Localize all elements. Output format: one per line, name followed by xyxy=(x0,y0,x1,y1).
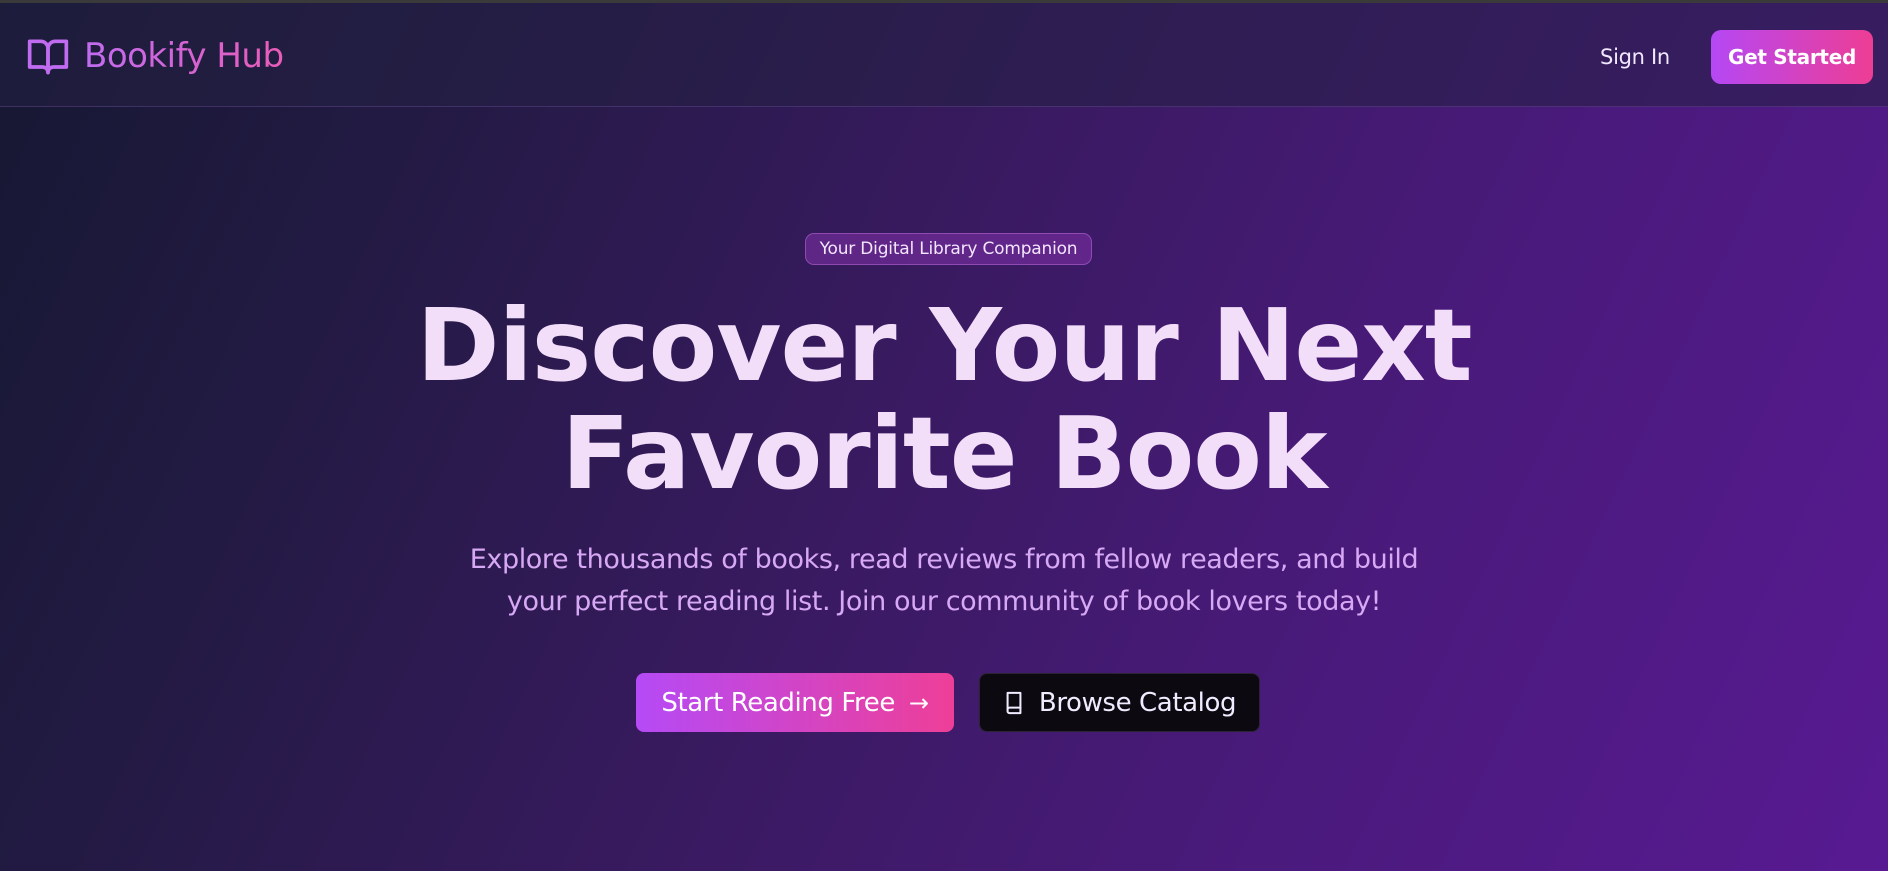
hero-subtitle: Explore thousands of books, read reviews… xyxy=(444,539,1444,623)
landing-page: Bookify Hub Sign In Get Started Your Dig… xyxy=(0,0,1888,871)
hero-badge: Your Digital Library Companion xyxy=(805,233,1092,265)
brand-name: Bookify Hub xyxy=(84,36,284,76)
browse-catalog-label: Browse Catalog xyxy=(1038,687,1237,718)
start-reading-label: Start Reading Free xyxy=(661,687,895,718)
get-started-button[interactable]: Get Started xyxy=(1711,30,1873,84)
book-icon xyxy=(1006,691,1022,714)
site-header: Bookify Hub Sign In Get Started xyxy=(0,3,1888,107)
headline-line-1: Discover Your Next xyxy=(416,287,1473,404)
open-book-icon xyxy=(27,39,69,75)
sign-in-button[interactable]: Sign In xyxy=(1590,37,1680,77)
subtitle-line-2: your perfect reading list. Join our comm… xyxy=(506,586,1382,617)
headline-line-2: Favorite Book xyxy=(561,395,1328,512)
start-reading-button[interactable]: Start Reading Free → xyxy=(636,673,954,732)
browse-catalog-button[interactable]: Browse Catalog xyxy=(979,673,1260,732)
hero-headline: Discover Your Next Favorite Book xyxy=(344,292,1544,508)
brand-logo-link[interactable]: Bookify Hub xyxy=(26,33,284,79)
subtitle-line-1: Explore thousands of books, read reviews… xyxy=(469,544,1419,575)
arrow-right-icon: → xyxy=(908,688,929,717)
